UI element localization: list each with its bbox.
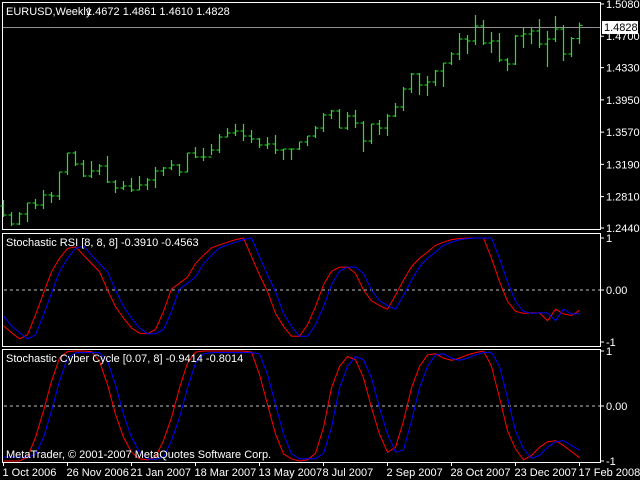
copyright-text: MetaTrader, © 2001-2007 MetaQuotes Softw… bbox=[6, 449, 271, 461]
time-tick-label: 21 Jan 2007 bbox=[131, 467, 192, 479]
price-tick-label: 1.2810 bbox=[606, 192, 640, 204]
time-tick-label: 28 Oct 2007 bbox=[451, 467, 511, 479]
rsi-title: Stochastic RSI [8, 8, 8] -0.3910 -0.4563 bbox=[6, 237, 199, 249]
price-tick-label: 1.3570 bbox=[606, 127, 640, 139]
time-tick-label: 18 Mar 2007 bbox=[195, 467, 257, 479]
ohlc-values: 1.4672 1.4861 1.4610 1.4828 bbox=[86, 6, 230, 18]
time-tick-label: 1 Oct 2006 bbox=[3, 467, 57, 479]
cyber-title: Stochastic Cyber Cycle [0.07, 8] -0.9414… bbox=[6, 353, 243, 365]
time-tick-label: 17 Feb 2008 bbox=[579, 467, 640, 479]
osc-tick-label: 1 bbox=[606, 233, 612, 245]
osc-tick-label: 1 bbox=[606, 346, 612, 358]
price-tick-label: 1.3950 bbox=[606, 95, 640, 107]
time-tick-label: 13 May 2007 bbox=[259, 467, 323, 479]
time-tick-label: 2 Sep 2007 bbox=[387, 467, 443, 479]
osc-tick-label: 0.00 bbox=[606, 401, 627, 413]
metatrader-chart[interactable]: EURUSD,Weekly 1.4672 1.4861 1.4610 1.482… bbox=[0, 0, 640, 480]
time-tick-label: 23 Dec 2007 bbox=[515, 467, 577, 479]
symbol-label: EURUSD,Weekly bbox=[6, 6, 92, 18]
price-tick-label: 1.4330 bbox=[606, 63, 640, 75]
price-tick-label: 1.5080 bbox=[606, 0, 640, 11]
current-price-label: 1.4828 bbox=[604, 22, 638, 34]
osc-tick-label: 0.00 bbox=[606, 285, 627, 297]
price-tick-label: 1.3190 bbox=[606, 159, 640, 171]
time-tick-label: 8 Jul 2007 bbox=[323, 467, 374, 479]
time-tick-label: 26 Nov 2006 bbox=[67, 467, 129, 479]
